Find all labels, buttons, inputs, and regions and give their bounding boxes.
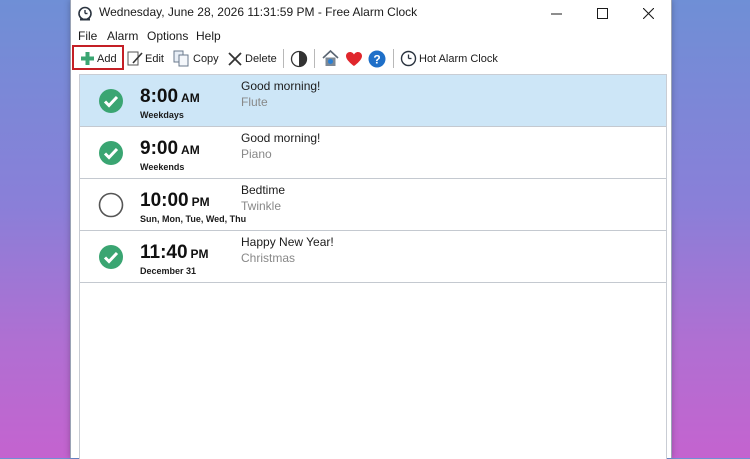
toolbar-separator bbox=[314, 49, 315, 68]
toolbar: Add Edit Copy Delete ? Hot Alarm Clock bbox=[71, 45, 671, 72]
alarm-label: Bedtime bbox=[241, 183, 286, 197]
check-circle-icon[interactable] bbox=[98, 140, 124, 166]
copy-icon bbox=[173, 50, 189, 67]
empty-circle-icon[interactable] bbox=[98, 192, 124, 218]
edit-label: Edit bbox=[145, 52, 164, 65]
add-label: Add bbox=[97, 52, 117, 65]
edit-button[interactable]: Edit bbox=[127, 47, 164, 70]
alarm-row[interactable]: 10:00 PM Sun, Mon, Tue, Wed, Thu Bedtime … bbox=[80, 179, 666, 231]
alarm-row[interactable]: 9:00 AM Weekends Good morning! Piano bbox=[80, 127, 666, 179]
window-title: Wednesday, June 28, 2026 11:31:59 PM - F… bbox=[99, 5, 418, 19]
minimize-icon bbox=[550, 13, 562, 14]
alarm-days: Weekends bbox=[140, 162, 185, 172]
alarm-days: Weekdays bbox=[140, 110, 184, 120]
edit-icon bbox=[127, 51, 143, 66]
donate-button[interactable] bbox=[345, 47, 363, 70]
contrast-icon bbox=[290, 50, 308, 67]
maximize-icon bbox=[596, 7, 608, 19]
menu-bar: File Alarm Options Help bbox=[71, 26, 671, 45]
delete-button[interactable]: Delete bbox=[227, 47, 277, 70]
copy-label: Copy bbox=[193, 52, 219, 65]
alarm-row[interactable]: 8:00 AM Weekdays Good morning! Flute bbox=[80, 75, 666, 127]
alarm-label: Good morning! bbox=[241, 131, 321, 145]
title-bar: Wednesday, June 28, 2026 11:31:59 PM - F… bbox=[71, 0, 671, 26]
theme-toggle-button[interactable] bbox=[290, 47, 308, 70]
home-button[interactable] bbox=[321, 47, 340, 70]
menu-file[interactable]: File bbox=[78, 29, 97, 43]
add-button[interactable]: Add bbox=[80, 47, 117, 70]
alarm-sound: Twinkle bbox=[241, 199, 282, 213]
alarm-label: Good morning! bbox=[241, 79, 321, 93]
close-button[interactable] bbox=[625, 0, 671, 26]
clock-icon bbox=[400, 50, 417, 67]
maximize-button[interactable] bbox=[579, 0, 625, 26]
app-window: Wednesday, June 28, 2026 11:31:59 PM - F… bbox=[70, 0, 672, 459]
hot-alarm-clock-label: Hot Alarm Clock bbox=[419, 52, 498, 65]
toolbar-separator bbox=[393, 49, 394, 68]
help-icon: ? bbox=[368, 50, 386, 67]
delete-label: Delete bbox=[245, 52, 277, 65]
copy-button[interactable]: Copy bbox=[173, 47, 219, 70]
minimize-button[interactable] bbox=[533, 0, 579, 26]
alarm-sound: Christmas bbox=[241, 251, 296, 265]
delete-icon bbox=[228, 51, 242, 66]
menu-options[interactable]: Options bbox=[147, 29, 188, 43]
home-icon bbox=[322, 49, 339, 66]
alarm-list: 8:00 AM Weekdays Good morning! Flute 9:00… bbox=[79, 74, 667, 459]
menu-alarm[interactable]: Alarm bbox=[107, 29, 138, 43]
svg-text:?: ? bbox=[373, 52, 380, 66]
alarm-sound: Piano bbox=[241, 147, 272, 161]
heart-icon bbox=[346, 51, 362, 66]
alarm-days: Sun, Mon, Tue, Wed, Thu bbox=[140, 214, 247, 224]
alarm-sound: Flute bbox=[241, 95, 268, 109]
check-circle-icon[interactable] bbox=[98, 244, 124, 270]
alarm-days: December 31 bbox=[140, 266, 197, 276]
plus-icon bbox=[81, 52, 94, 65]
alarm-time: 9:00 AM bbox=[140, 138, 200, 159]
toolbar-separator bbox=[283, 49, 284, 68]
alarm-time: 8:00 AM bbox=[140, 86, 200, 107]
close-icon bbox=[642, 7, 654, 19]
help-button[interactable]: ? bbox=[368, 47, 386, 70]
alarm-row[interactable]: 11:40 PM December 31 Happy New Year! Chri… bbox=[80, 231, 666, 283]
hot-alarm-clock-button[interactable]: Hot Alarm Clock bbox=[400, 47, 498, 70]
alarm-clock-icon bbox=[78, 6, 92, 21]
menu-help[interactable]: Help bbox=[196, 29, 221, 43]
alarm-label: Happy New Year! bbox=[241, 235, 334, 249]
check-circle-icon[interactable] bbox=[98, 88, 124, 114]
alarm-time: 10:00 PM bbox=[140, 190, 210, 211]
alarm-time: 11:40 PM bbox=[140, 242, 209, 263]
